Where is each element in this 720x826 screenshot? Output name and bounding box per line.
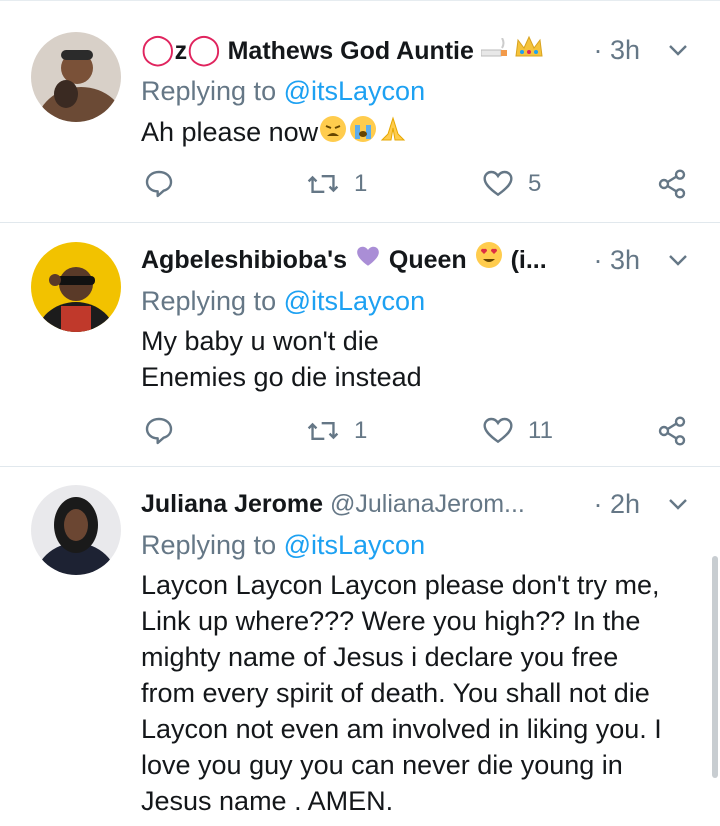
like-icon — [483, 417, 513, 444]
user-handle[interactable]: @JulianaJerom... — [330, 490, 525, 518]
reply-button[interactable] — [143, 166, 175, 202]
reply-icon — [145, 170, 173, 198]
tweet-text: My baby u won't die Enemies go die inste… — [141, 323, 691, 395]
retweet-icon — [307, 174, 339, 194]
reply-prefix: Replying to — [141, 76, 277, 106]
tweet-text-line: Laycon Laycon Laycon please don't try me… — [141, 570, 660, 600]
tweet-actions: 1 11 — [0, 413, 720, 449]
heart-eyes-emoji — [474, 240, 504, 282]
timestamp[interactable]: · 3h — [593, 30, 640, 70]
avatar[interactable] — [31, 242, 121, 332]
mention-link[interactable]: @itsLaycon — [284, 286, 425, 316]
share-icon — [658, 416, 686, 446]
share-button[interactable] — [656, 166, 688, 202]
tweet-text-line: Link up where??? Were you high?? In the — [141, 606, 641, 636]
display-name-suffix[interactable]: Queen — [389, 246, 467, 274]
tweet-actions: 1 5 — [0, 166, 720, 202]
avatar[interactable] — [31, 485, 121, 575]
tweet-text-line: My baby u won't die — [141, 326, 379, 356]
tweet-text-line: love you guy you can never die young in — [141, 750, 623, 780]
tweet-3[interactable]: Juliana Jerome @JulianaJerom... · 2h Rep… — [0, 467, 720, 826]
tweet-text-line: Enemies go die instead — [141, 362, 422, 392]
tweet-text-line: mighty name of Jesus i declare you free — [141, 642, 619, 672]
reply-prefix: Replying to — [141, 286, 277, 316]
chevron-down-icon[interactable] — [666, 38, 690, 62]
tweet-1[interactable]: ◯z◯ Mathews God Auntie · 3h Replying to … — [0, 0, 720, 222]
like-button[interactable]: 5 — [482, 166, 541, 202]
retweet-count: 1 — [354, 170, 368, 197]
mention-link[interactable]: @itsLaycon — [284, 76, 425, 106]
share-icon — [658, 169, 686, 199]
crown-emoji — [514, 32, 544, 72]
reply-icon — [145, 417, 173, 445]
display-name[interactable]: Juliana Jerome — [141, 490, 323, 518]
tweet-text-line: from every spirit of death. You shall no… — [141, 678, 650, 708]
purple-heart-emoji — [354, 241, 382, 281]
tweet-2[interactable]: Agbeleshibioba's Queen (i... · 3h Replyi… — [0, 223, 720, 466]
pray-emoji — [378, 114, 408, 153]
weary-emoji — [318, 114, 348, 153]
tweet-text-line: Laycon not even am involved in liking yo… — [141, 714, 662, 744]
replying-to: Replying to @itsLaycon — [141, 527, 425, 563]
reply-button[interactable] — [143, 413, 175, 449]
share-button[interactable] — [656, 413, 688, 449]
timestamp[interactable]: · 3h — [593, 240, 640, 280]
chevron-down-icon[interactable] — [666, 248, 690, 272]
display-name[interactable]: Mathews God Auntie — [228, 37, 474, 65]
reply-prefix: Replying to — [141, 530, 277, 560]
timestamp[interactable]: · 2h — [593, 484, 640, 524]
tweet-text: Ah please now — [141, 114, 691, 153]
cigarette-emoji — [480, 32, 507, 72]
avatar[interactable] — [31, 32, 121, 122]
display-name[interactable]: Agbeleshibioba's — [141, 246, 347, 274]
like-button[interactable]: 11 — [482, 413, 553, 449]
retweet-button[interactable]: 1 — [306, 166, 367, 202]
like-count: 11 — [528, 417, 553, 444]
crying-emoji — [348, 114, 378, 153]
retweet-icon — [307, 421, 339, 441]
like-icon — [483, 170, 513, 197]
chevron-down-icon[interactable] — [666, 492, 690, 516]
tweet-text: Laycon Laycon Laycon please don't try me… — [141, 567, 691, 819]
like-count: 5 — [528, 170, 542, 197]
tweet-text-line: Jesus name . AMEN. — [141, 786, 394, 816]
display-name-truncated[interactable]: (i... — [511, 246, 547, 274]
scrollbar[interactable] — [712, 556, 718, 778]
retweet-button[interactable]: 1 — [306, 413, 367, 449]
mention-link[interactable]: @itsLaycon — [284, 530, 425, 560]
tweet-text-line: Ah please now — [141, 117, 319, 147]
name-prefix: ◯z◯ — [141, 33, 221, 66]
replying-to: Replying to @itsLaycon — [141, 283, 425, 319]
replying-to: Replying to @itsLaycon — [141, 73, 425, 109]
retweet-count: 1 — [354, 417, 368, 444]
